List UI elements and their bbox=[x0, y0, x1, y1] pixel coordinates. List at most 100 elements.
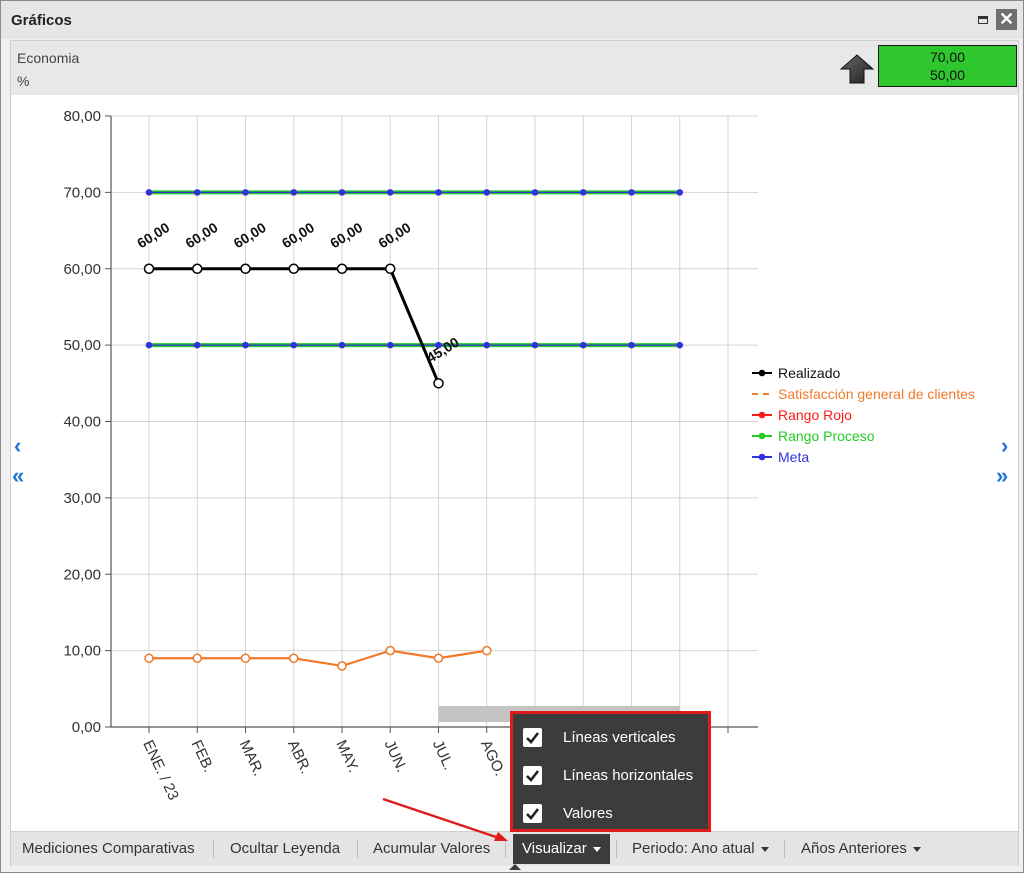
chart-toolbar: Mediciones Comparativas Ocultar Leyenda … bbox=[11, 831, 1018, 866]
checkmark-icon bbox=[526, 732, 540, 744]
last-period-button[interactable]: » bbox=[996, 465, 1008, 487]
series-point bbox=[385, 263, 396, 274]
legend-label: Meta bbox=[778, 449, 809, 465]
series-point bbox=[192, 653, 202, 664]
toolbar-divider bbox=[213, 840, 214, 858]
y-tick-label: 60,00 bbox=[63, 261, 101, 278]
x-tick-label: MAR. bbox=[236, 738, 267, 779]
x-tick-label: FEB. bbox=[188, 738, 217, 775]
legend-label: Rango Rojo bbox=[778, 407, 852, 423]
series-point bbox=[288, 263, 299, 274]
series-point bbox=[433, 653, 444, 664]
y-tick-label: 20,00 bbox=[63, 566, 101, 583]
meta-point bbox=[531, 341, 539, 349]
toolbar-divider bbox=[784, 840, 785, 858]
first-period-button[interactable]: « bbox=[12, 465, 24, 487]
close-button[interactable]: ✕ bbox=[996, 9, 1017, 30]
series-point bbox=[192, 263, 203, 274]
x-tick-label: JUL. bbox=[429, 738, 457, 773]
toolbar-divider bbox=[616, 840, 617, 858]
meta-point bbox=[579, 189, 587, 196]
previous-years-dropdown[interactable]: Años Anteriores bbox=[801, 832, 921, 866]
menu-item-vertical-lines[interactable]: Líneas verticales bbox=[523, 726, 703, 750]
legend-marker bbox=[758, 453, 766, 461]
legend-marker bbox=[758, 369, 766, 377]
x-tick-label: ABR. bbox=[284, 738, 314, 777]
series-point bbox=[385, 645, 395, 656]
series-point bbox=[337, 661, 347, 671]
period-dropdown[interactable]: Periodo: Ano atual bbox=[632, 832, 769, 866]
window-title: Gráficos bbox=[11, 12, 72, 29]
menu-item-values[interactable]: Valores bbox=[523, 802, 703, 826]
legend-label: Realizado bbox=[778, 365, 840, 381]
series-point bbox=[482, 645, 492, 656]
y-tick-label: 30,00 bbox=[63, 490, 101, 507]
series-point bbox=[240, 263, 251, 274]
window-titlebar: Gráficos ✕ bbox=[1, 1, 1023, 39]
comparative-measurements-button[interactable]: Mediciones Comparativas bbox=[22, 832, 195, 866]
indicator-header: Economia % 70,00 50,00 bbox=[11, 41, 1018, 95]
y-tick-label: 0,00 bbox=[72, 719, 101, 736]
legend-label: Rango Proceso bbox=[778, 428, 875, 444]
meta-point bbox=[676, 189, 684, 196]
arrow-up-icon bbox=[840, 54, 874, 84]
meta-point bbox=[386, 341, 394, 349]
menu-item-label: Líneas horizontales bbox=[563, 767, 694, 784]
previous-years-label: Años Anteriores bbox=[801, 840, 907, 857]
meta-point bbox=[628, 341, 635, 349]
chevron-down-icon bbox=[912, 846, 921, 852]
y-tick-label: 40,00 bbox=[63, 414, 101, 431]
series-point bbox=[336, 263, 348, 274]
meta-point bbox=[290, 189, 298, 196]
toolbar-divider bbox=[357, 840, 358, 858]
legend-label: Satisfacción general de clientes bbox=[778, 386, 975, 402]
meta-point bbox=[242, 341, 249, 349]
checkbox-vertical-lines[interactable] bbox=[523, 728, 542, 747]
meta-point bbox=[531, 189, 539, 196]
meta-point bbox=[242, 189, 249, 196]
series-point bbox=[144, 653, 154, 664]
meta-point bbox=[145, 189, 153, 196]
chevron-down-icon bbox=[760, 846, 769, 852]
goal-range-box: 70,00 50,00 bbox=[878, 45, 1017, 87]
checkbox-values[interactable] bbox=[523, 804, 542, 823]
x-tick-label: JUN. bbox=[381, 738, 410, 775]
maximize-icon bbox=[978, 16, 988, 24]
series-point bbox=[433, 378, 444, 389]
next-period-button[interactable]: › bbox=[1001, 435, 1008, 457]
toolbar-divider bbox=[505, 840, 506, 858]
y-tick-label: 70,00 bbox=[63, 184, 101, 201]
indicator-name: Economia bbox=[17, 50, 80, 66]
series-point bbox=[289, 653, 299, 664]
x-tick-label: MAY. bbox=[332, 738, 362, 776]
maximize-button[interactable] bbox=[974, 11, 992, 29]
goal-lower-value: 50,00 bbox=[929, 67, 966, 83]
meta-point bbox=[435, 189, 442, 196]
menu-pointer bbox=[509, 864, 521, 870]
meta-point bbox=[290, 341, 298, 349]
visualize-button[interactable]: Visualizar bbox=[513, 834, 610, 864]
checkbox-horizontal-lines[interactable] bbox=[523, 766, 542, 785]
checkmark-icon bbox=[526, 808, 540, 820]
x-tick-label: ENE. / 23 bbox=[139, 738, 182, 803]
meta-point bbox=[483, 189, 491, 196]
legend-marker bbox=[758, 411, 766, 419]
indicator-unit: % bbox=[17, 73, 30, 89]
y-tick-label: 80,00 bbox=[63, 108, 101, 125]
meta-point bbox=[676, 341, 684, 349]
meta-point bbox=[338, 189, 346, 196]
chevron-down-icon bbox=[592, 846, 601, 852]
meta-point bbox=[145, 341, 153, 349]
meta-point bbox=[386, 189, 394, 196]
accumulate-values-button[interactable]: Acumular Valores bbox=[373, 832, 490, 866]
previous-period-button[interactable]: ‹ bbox=[14, 435, 21, 457]
y-tick-label: 10,00 bbox=[63, 643, 101, 660]
meta-point bbox=[193, 341, 201, 349]
meta-point bbox=[628, 189, 635, 196]
series-point bbox=[240, 653, 251, 664]
hide-legend-button[interactable]: Ocultar Leyenda bbox=[230, 832, 340, 866]
menu-item-label: Líneas verticales bbox=[563, 729, 676, 746]
menu-item-horizontal-lines[interactable]: Líneas horizontales bbox=[523, 764, 703, 788]
checkmark-icon bbox=[526, 770, 540, 782]
close-icon: ✕ bbox=[998, 9, 1015, 29]
